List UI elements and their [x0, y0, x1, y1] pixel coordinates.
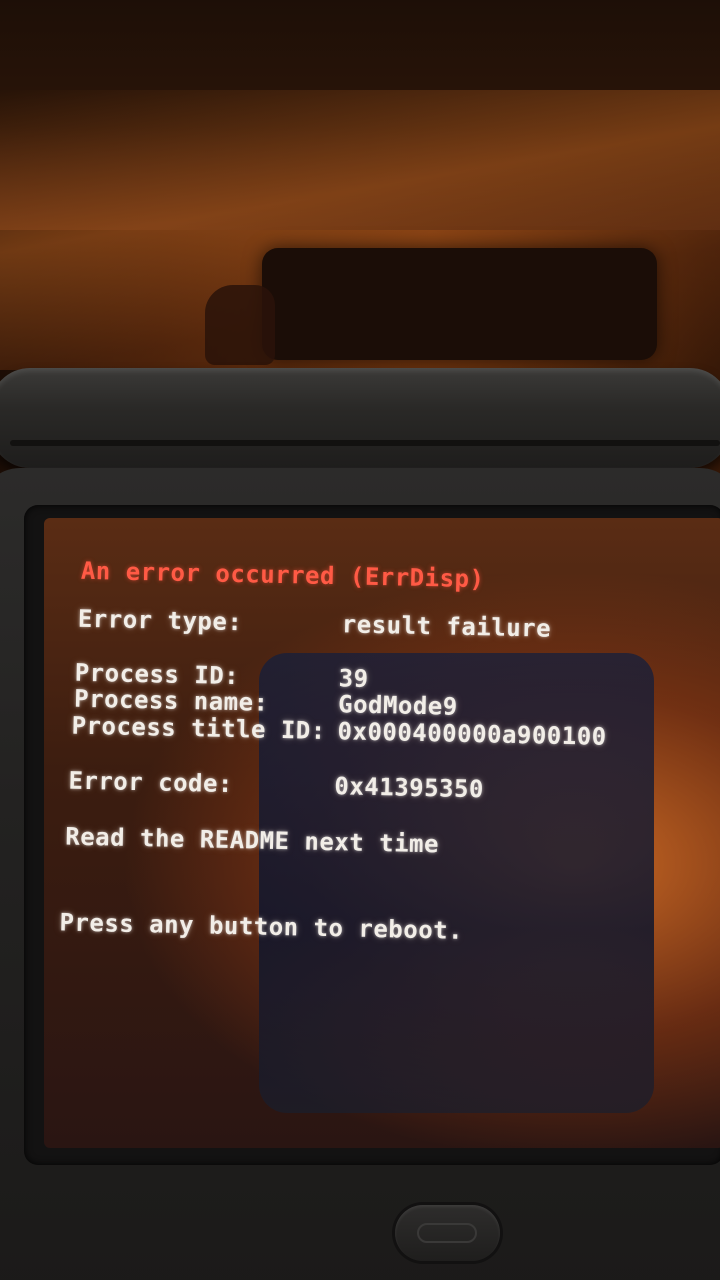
- hinge-groove: [10, 440, 720, 446]
- photo-scene: An error occurred (ErrDisp) Error type: …: [0, 0, 720, 1280]
- error-title: An error occurred (ErrDisp): [80, 556, 485, 594]
- error-type-value: result failure: [341, 610, 552, 643]
- phone-reflection: [262, 248, 657, 360]
- home-button[interactable]: [395, 1205, 500, 1261]
- process-title-id-label: Process title ID:: [71, 711, 327, 745]
- process-id-value: 39: [338, 664, 369, 693]
- hand-reflection: [205, 285, 275, 365]
- console-hinge: [0, 368, 720, 468]
- error-code-label: Error code:: [68, 766, 234, 799]
- bottom-screen[interactable]: An error occurred (ErrDisp) Error type: …: [44, 518, 720, 1148]
- error-code-value: 0x41395350: [334, 772, 485, 804]
- error-display: An error occurred (ErrDisp) Error type: …: [44, 518, 720, 1148]
- readme-message: Read the README next time: [65, 822, 440, 859]
- home-button-ring: [417, 1223, 477, 1243]
- reboot-prompt: Press any button to reboot.: [59, 908, 464, 945]
- error-type-label: Error type:: [77, 604, 243, 637]
- process-title-id-value: 0x000400000a900100: [337, 717, 607, 751]
- process-name-value: GodMode9: [337, 690, 459, 721]
